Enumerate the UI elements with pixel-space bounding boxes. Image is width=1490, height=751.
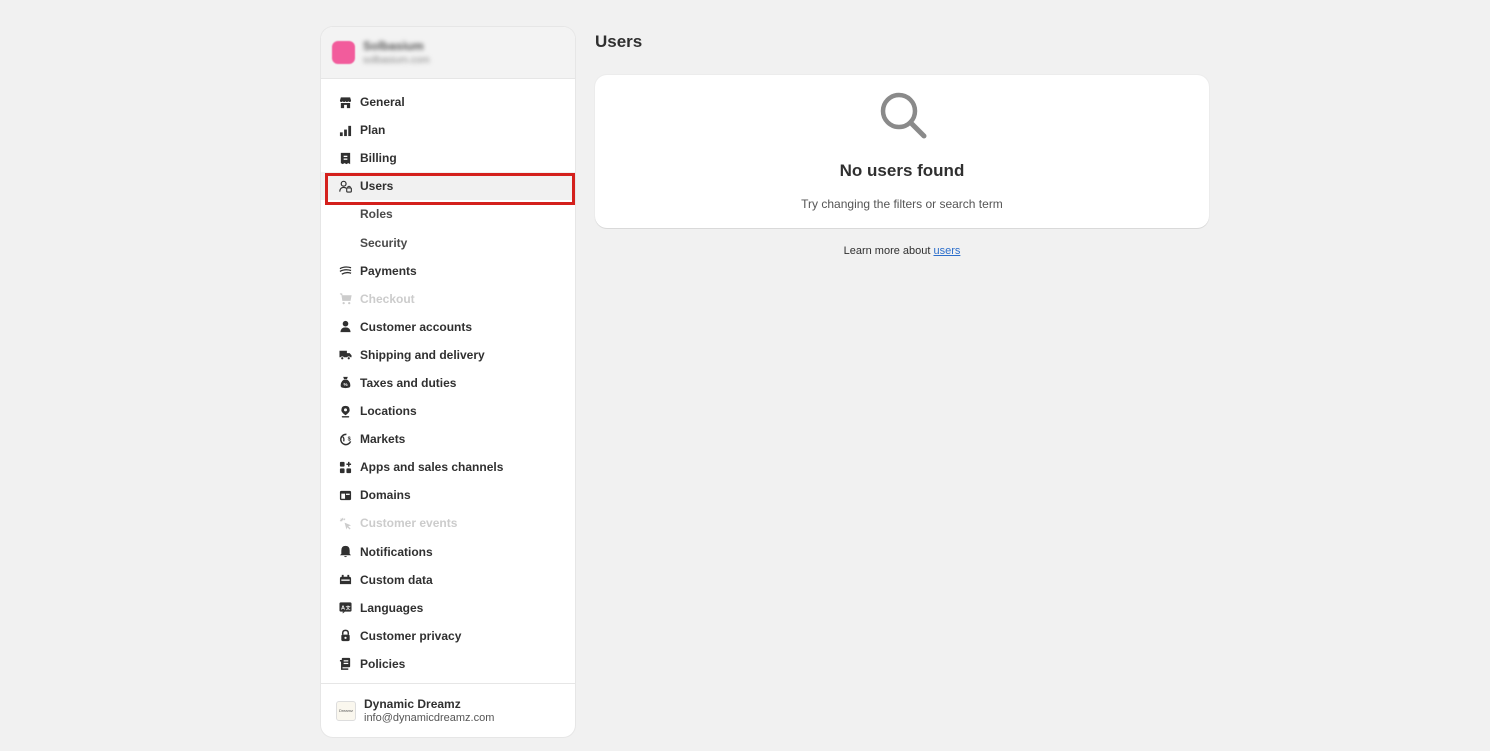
sidebar-item-plan[interactable]: Plan — [321, 116, 575, 144]
search-icon — [880, 92, 927, 139]
sidebar-item-customer-accounts[interactable]: Customer accounts — [321, 313, 575, 341]
page-title: Users — [595, 32, 643, 51]
cart-icon — [338, 292, 352, 306]
tax-bag-icon: % — [338, 376, 352, 390]
plan-chart-icon — [338, 123, 352, 137]
account-name: Dynamic Dreamz — [364, 697, 461, 711]
company-logo: Dreamz — [336, 700, 356, 721]
store-avatar — [332, 41, 355, 64]
policy-icon — [338, 657, 352, 671]
svg-text:A: A — [340, 606, 344, 612]
settings-sidebar: Solbasium solbasium.com General Plan Bil… — [321, 27, 575, 737]
settings-nav: General Plan Billing Users Roles Securit… — [321, 79, 575, 678]
sidebar-item-payments[interactable]: Payments — [321, 257, 575, 285]
svg-text:$: $ — [347, 436, 351, 442]
domain-icon — [338, 488, 352, 502]
sidebar-item-customer-privacy[interactable]: Customer privacy — [321, 622, 575, 650]
sidebar-item-apps[interactable]: Apps and sales channels — [321, 453, 575, 481]
account-footer[interactable]: Dreamz Dynamic Dreamz info@dynamicdreamz… — [321, 683, 575, 737]
store-name: Solbasium — [363, 39, 424, 53]
apps-icon — [338, 460, 352, 474]
learn-more-users-link[interactable]: users — [933, 245, 960, 257]
account-email: info@dynamicdreamz.com — [364, 712, 495, 724]
location-pin-icon — [338, 404, 352, 418]
sidebar-item-users[interactable]: Users — [321, 172, 575, 201]
sidebar-item-taxes[interactable]: % Taxes and duties — [321, 369, 575, 397]
sidebar-item-customer-events: Customer events — [321, 509, 575, 537]
empty-state-title: No users found — [839, 161, 965, 180]
cursor-click-icon — [338, 516, 352, 530]
store-switcher[interactable]: Solbasium solbasium.com — [321, 27, 575, 79]
sidebar-item-general[interactable]: General — [321, 88, 575, 116]
sidebar-item-languages[interactable]: A文 Languages — [321, 594, 575, 622]
svg-text:%: % — [343, 383, 347, 388]
sidebar-item-notifications[interactable]: Notifications — [321, 538, 575, 566]
empty-state-subtitle: Try changing the filters or search term — [801, 197, 1003, 211]
sidebar-item-shipping[interactable]: Shipping and delivery — [321, 341, 575, 369]
language-icon: A文 — [338, 601, 352, 615]
store-icon — [338, 95, 352, 109]
sidebar-item-roles[interactable]: Roles — [321, 200, 575, 228]
svg-text:文: 文 — [345, 605, 350, 612]
store-url: solbasium.com — [363, 55, 430, 66]
sidebar-item-policies[interactable]: Policies — [321, 650, 575, 678]
bell-icon — [338, 545, 352, 559]
globe-icon: $ — [338, 432, 352, 446]
sidebar-item-locations[interactable]: Locations — [321, 397, 575, 425]
empty-state-card: No users found Try changing the filters … — [595, 75, 1209, 228]
custom-data-icon — [338, 573, 352, 587]
sidebar-item-domains[interactable]: Domains — [321, 481, 575, 509]
billing-receipt-icon — [338, 151, 352, 165]
learn-more-text: Learn more about users — [843, 245, 961, 257]
lock-icon — [338, 629, 352, 643]
sidebar-item-markets[interactable]: $ Markets — [321, 425, 575, 453]
truck-icon — [338, 348, 352, 362]
sidebar-item-billing[interactable]: Billing — [321, 144, 575, 172]
sidebar-item-checkout: Checkout — [321, 285, 575, 313]
users-icon — [338, 179, 352, 193]
sidebar-item-custom-data[interactable]: Custom data — [321, 566, 575, 594]
sidebar-item-security[interactable]: Security — [321, 228, 575, 256]
person-icon — [338, 320, 352, 334]
payments-icon — [338, 264, 352, 278]
